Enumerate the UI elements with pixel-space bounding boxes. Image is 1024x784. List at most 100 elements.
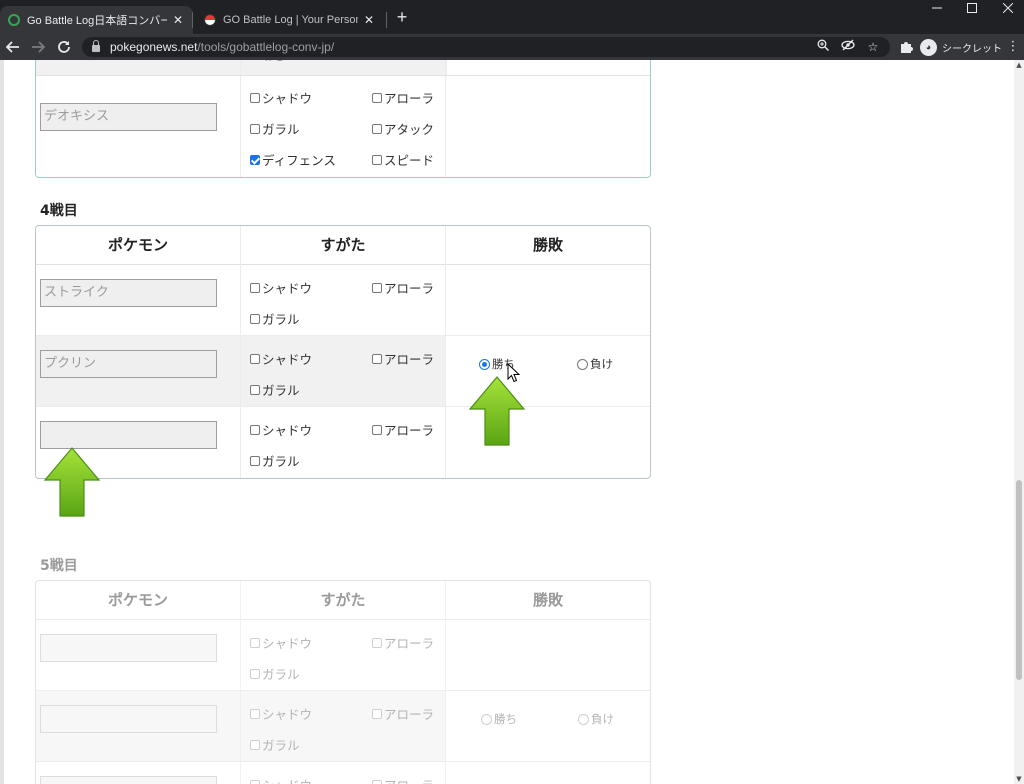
checkbox-box bbox=[372, 637, 382, 648]
checkbox-label: シャドウ bbox=[262, 707, 313, 722]
shadow-checkbox[interactable]: シャドウ bbox=[250, 88, 312, 107]
eye-slash-icon[interactable] bbox=[839, 37, 857, 57]
table-header: ポケモン すがた 勝敗 bbox=[36, 581, 650, 620]
back-button[interactable] bbox=[3, 37, 23, 57]
lose-radio[interactable]: 負け bbox=[578, 711, 614, 727]
speed-checkbox[interactable]: スピード bbox=[372, 150, 434, 169]
browser-menu-button[interactable]: ⋮ bbox=[1003, 37, 1023, 57]
checkbox-label: アローラ bbox=[384, 352, 435, 367]
attack-checkbox[interactable]: アタック bbox=[372, 119, 434, 138]
checkbox-label: アローラ bbox=[384, 636, 435, 651]
close-window-button[interactable] bbox=[993, 0, 1023, 18]
new-tab-button[interactable]: + bbox=[393, 7, 411, 27]
extensions-puzzle-icon[interactable] bbox=[896, 37, 916, 57]
alola-checkbox[interactable]: アローラ bbox=[372, 88, 434, 107]
checkbox-box bbox=[250, 282, 260, 293]
radio-circle bbox=[481, 713, 492, 725]
radio-label: 勝ち bbox=[494, 712, 517, 726]
alola-checkbox[interactable]: アローラ bbox=[372, 704, 434, 723]
back-arrow-icon bbox=[5, 41, 19, 53]
tracking-blocked-icon bbox=[841, 39, 855, 51]
checkbox-label: アローラ bbox=[384, 775, 434, 784]
pokemon-name-input[interactable] bbox=[40, 421, 217, 449]
alola-checkbox[interactable]: アローラ bbox=[372, 633, 434, 652]
pokemon-cell bbox=[36, 691, 241, 761]
form-cell: シャドウ アローラ ガラル bbox=[241, 620, 446, 690]
checkbox-box bbox=[372, 123, 382, 134]
galar-checkbox[interactable]: ガラル bbox=[250, 735, 300, 754]
maximize-button[interactable] bbox=[957, 0, 987, 18]
lose-radio[interactable]: 負け bbox=[577, 356, 613, 372]
browser-toolbar: pokegonews.net/tools/gobattlelog-conv-jp… bbox=[0, 34, 1024, 60]
minimize-button[interactable] bbox=[922, 0, 952, 18]
shadow-checkbox[interactable]: シャドウ bbox=[250, 420, 312, 439]
reload-icon bbox=[58, 41, 70, 53]
pokemon-name-input[interactable] bbox=[40, 776, 217, 784]
address-bar[interactable]: pokegonews.net/tools/gobattlelog-conv-jp… bbox=[82, 37, 890, 57]
tab-gobattlelog-converter[interactable]: Go Battle Log日本語コンバーター | ✕ bbox=[0, 6, 193, 34]
pokemon-cell bbox=[36, 762, 241, 784]
galar-checkbox[interactable]: ガラル bbox=[250, 309, 300, 328]
galar-checkbox[interactable]: ガラル bbox=[250, 119, 300, 138]
pokemon-name-input[interactable] bbox=[40, 705, 217, 733]
checkbox-box bbox=[372, 353, 382, 364]
profile-label: シークレット bbox=[942, 43, 1002, 55]
zoom-glass-icon bbox=[817, 39, 830, 52]
checkbox-label: シャドウ bbox=[262, 91, 313, 106]
pokemon-name-input[interactable]: プクリン bbox=[40, 350, 217, 378]
galar-checkbox[interactable]: ガラル bbox=[250, 664, 300, 683]
header-form: すがた bbox=[241, 581, 446, 620]
battle-4-title: 4戦目 bbox=[40, 203, 78, 219]
incognito-profile-button[interactable]: ◕ シークレット bbox=[920, 37, 1002, 57]
form-cell: シャドウ アローラ ガラル bbox=[241, 265, 446, 335]
alola-checkbox[interactable]: アローラ bbox=[372, 278, 434, 297]
tab-gobattlelog[interactable]: GO Battle Log | Your Personal Ba ✕ bbox=[196, 6, 384, 34]
alola-checkbox[interactable]: アローラ bbox=[372, 349, 434, 368]
shadow-checkbox[interactable]: シャドウ bbox=[250, 775, 312, 784]
reload-button[interactable] bbox=[54, 37, 74, 57]
pokemon-cell: デオキシス bbox=[36, 76, 241, 177]
gobattlelog-favicon-icon bbox=[8, 14, 20, 26]
page-scrollbar[interactable]: ▲ ▼ bbox=[1014, 60, 1024, 784]
checkbox-box bbox=[372, 154, 382, 165]
close-tab-icon[interactable]: ✕ bbox=[171, 13, 185, 27]
table-row: シャドウ アローラ ガラル 勝ち 負け bbox=[36, 691, 650, 762]
close-tab-icon[interactable]: ✕ bbox=[362, 13, 376, 27]
checkbox-label: ディフェンス bbox=[262, 153, 336, 168]
scrollbar-thumb[interactable] bbox=[1016, 480, 1022, 680]
tab-title: GO Battle Log | Your Personal Ba bbox=[223, 14, 358, 26]
shadow-checkbox[interactable]: シャドウ bbox=[250, 278, 312, 297]
pokemon-cell: ストライク bbox=[36, 265, 241, 335]
checkbox-box bbox=[250, 739, 260, 750]
pokemon-name-input[interactable]: デオキシス bbox=[40, 103, 217, 131]
checkbox-label: シャドウ bbox=[262, 423, 313, 438]
checkbox-box bbox=[250, 424, 260, 435]
defense-checkbox[interactable]: ディフェンス bbox=[250, 150, 336, 169]
shadow-checkbox[interactable]: シャドウ bbox=[250, 704, 312, 723]
scroll-up-icon[interactable]: ▲ bbox=[1014, 60, 1024, 70]
galar-checkbox[interactable]: ガラル bbox=[250, 380, 300, 399]
checkbox-box-checked bbox=[250, 154, 260, 165]
scroll-down-icon[interactable]: ▼ bbox=[1014, 774, 1024, 784]
tab-strip: Go Battle Log日本語コンバーター | ✕ GO Battle Log… bbox=[0, 0, 1024, 34]
result-cell bbox=[446, 762, 650, 784]
form-cell: シャドウ アローラ ガラル bbox=[241, 407, 446, 478]
alola-checkbox[interactable]: アローラ bbox=[372, 420, 434, 439]
forward-button[interactable] bbox=[28, 37, 48, 57]
radio-label: 負け bbox=[590, 357, 613, 371]
checkbox-box bbox=[250, 779, 260, 784]
shadow-checkbox[interactable]: シャドウ bbox=[250, 633, 312, 652]
alola-checkbox[interactable]: アローラ bbox=[372, 775, 434, 784]
pokemon-name-input[interactable]: ストライク bbox=[40, 279, 217, 307]
checkbox-label: アローラ bbox=[384, 281, 435, 296]
pokemon-name-input[interactable] bbox=[40, 634, 217, 662]
form-cell: シャドウ アローラ ガラル bbox=[241, 336, 446, 406]
shadow-checkbox[interactable]: シャドウ bbox=[250, 349, 312, 368]
table-row: シャドウ アローラ bbox=[36, 762, 650, 784]
win-radio[interactable]: 勝ち bbox=[481, 711, 517, 727]
checkbox-box bbox=[250, 313, 260, 324]
mouse-cursor-icon bbox=[507, 363, 521, 383]
galar-checkbox[interactable]: ガラル bbox=[250, 451, 300, 470]
bookmark-star-icon[interactable]: ☆ bbox=[864, 37, 882, 57]
zoom-icon[interactable] bbox=[814, 37, 832, 57]
